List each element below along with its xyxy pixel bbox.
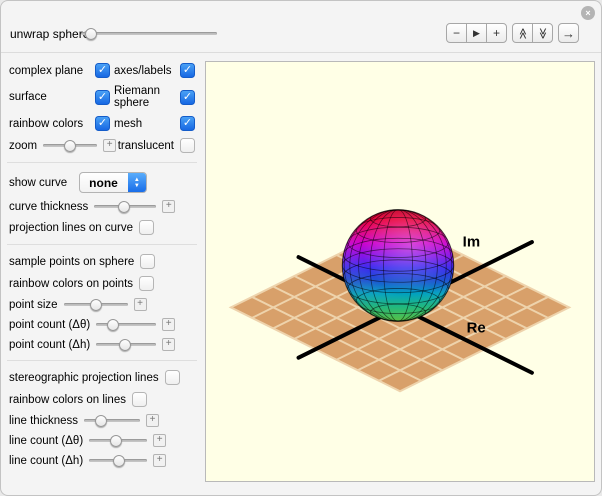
axes-labels-label: axes/labels xyxy=(114,65,172,77)
plus-button[interactable]: + xyxy=(486,23,507,43)
point-count-theta-slider[interactable] xyxy=(96,318,156,331)
check-icon: ✓ xyxy=(98,65,107,76)
right-arrow-icon: → xyxy=(562,26,575,41)
control-panel: complex plane ✓ axes/labels ✓ surface ✓ … xyxy=(1,54,203,476)
chevrons-down-button[interactable]: ≫ xyxy=(532,23,553,43)
divider xyxy=(7,360,197,361)
line-count-h-row: line count (Δh) + xyxy=(9,454,195,467)
rainbow-points-row: rainbow colors on points ✓ xyxy=(9,276,195,291)
zoom-row: zoom + translucent ✓ xyxy=(9,138,195,153)
show-curve-row: show curve none ▲▼ xyxy=(9,172,195,193)
complex-plane-label: complex plane xyxy=(9,65,83,77)
point-count-theta-row: point count (Δθ) + xyxy=(9,318,195,331)
translucent-checkbox[interactable]: ✓ xyxy=(180,138,195,153)
slider-thumb[interactable] xyxy=(85,28,97,40)
expand-plus-icon[interactable]: + xyxy=(134,298,147,311)
play-icon: ▶ xyxy=(473,28,480,39)
rainbow-lines-label: rainbow colors on lines xyxy=(9,394,126,406)
graphics-3d-view[interactable]: Im Re xyxy=(205,61,595,482)
line-thickness-row: line thickness + xyxy=(9,414,195,427)
expand-plus-icon[interactable]: + xyxy=(153,434,166,447)
slider-track[interactable] xyxy=(81,32,217,35)
projection-lines-label: projection lines on curve xyxy=(9,222,133,234)
line-count-theta-label: line count (Δθ) xyxy=(9,435,83,447)
show-curve-value: none xyxy=(80,176,128,190)
manipulate-window: × unwrap sphere − ▶ + ≪ ≫ → comple xyxy=(0,0,602,496)
line-count-h-label: line count (Δh) xyxy=(9,455,83,467)
popup-chevrons-icon: ▲▼ xyxy=(128,172,146,193)
surface-checkbox[interactable]: ✓ xyxy=(95,90,110,105)
rainbow-lines-row: rainbow colors on lines ✓ xyxy=(9,392,195,407)
direction-button[interactable]: → xyxy=(558,23,579,43)
im-axis-label: Im xyxy=(463,234,480,251)
riemann-sphere-checkbox[interactable]: ✓ xyxy=(180,90,195,105)
re-axis-label: Re xyxy=(467,319,486,336)
point-count-theta-label: point count (Δθ) xyxy=(9,319,90,331)
point-size-slider[interactable] xyxy=(64,298,128,311)
line-count-theta-slider[interactable] xyxy=(89,434,147,447)
expand-plus-icon[interactable]: + xyxy=(162,200,175,213)
mesh-checkbox[interactable]: ✓ xyxy=(180,116,195,131)
point-count-h-row: point count (Δh) + xyxy=(9,338,195,351)
projection-lines-row: projection lines on curve ✓ xyxy=(9,220,195,235)
expand-plus-icon[interactable]: + xyxy=(162,318,175,331)
axes-labels-checkbox[interactable]: ✓ xyxy=(180,63,195,78)
complex-plane-checkbox[interactable]: ✓ xyxy=(95,63,110,78)
point-size-row: point size + xyxy=(9,298,195,311)
point-size-label: point size xyxy=(9,299,58,311)
riemann-sphere xyxy=(342,210,453,322)
divider xyxy=(7,162,197,163)
zoom-label: zoom xyxy=(9,140,37,152)
rainbow-colors-on-points-checkbox[interactable]: ✓ xyxy=(139,276,154,291)
expand-plus-icon[interactable]: + xyxy=(153,454,166,467)
chevrons-up-button[interactable]: ≪ xyxy=(512,23,533,43)
play-button[interactable]: ▶ xyxy=(466,23,487,43)
sample-points-label: sample points on sphere xyxy=(9,256,134,268)
riemann-sphere-label: Riemann sphere xyxy=(114,85,180,109)
line-count-theta-row: line count (Δθ) + xyxy=(9,434,195,447)
top-bar: unwrap sphere − ▶ + ≪ ≫ → xyxy=(1,1,601,53)
check-icon: ✓ xyxy=(183,92,192,103)
divider xyxy=(7,244,197,245)
expand-plus-icon[interactable]: + xyxy=(162,338,175,351)
projection-lines-on-curve-checkbox[interactable]: ✓ xyxy=(139,220,154,235)
line-thickness-label: line thickness xyxy=(9,415,78,427)
rainbow-colors-on-lines-checkbox[interactable]: ✓ xyxy=(132,392,147,407)
sample-points-checkbox[interactable]: ✓ xyxy=(140,254,155,269)
point-count-h-label: point count (Δh) xyxy=(9,339,90,351)
curve-thickness-slider[interactable] xyxy=(94,200,156,213)
point-count-h-slider[interactable] xyxy=(96,338,156,351)
unwrap-sphere-label: unwrap sphere xyxy=(10,27,89,41)
minus-button[interactable]: − xyxy=(446,23,467,43)
rainbow-colors-label: rainbow colors xyxy=(9,118,83,130)
expand-plus-icon[interactable]: + xyxy=(146,414,159,427)
zoom-slider[interactable] xyxy=(43,139,97,152)
line-thickness-slider[interactable] xyxy=(84,414,140,427)
unwrap-sphere-slider[interactable] xyxy=(81,27,217,40)
checkbox-grid: complex plane ✓ axes/labels ✓ surface ✓ … xyxy=(9,63,195,131)
expand-plus-icon[interactable]: + xyxy=(103,139,116,152)
double-chevron-down-icon: ≫ xyxy=(536,27,549,39)
stereographic-projection-lines-checkbox[interactable]: ✓ xyxy=(165,370,180,385)
rainbow-points-label: rainbow colors on points xyxy=(9,278,133,290)
translucent-label: translucent xyxy=(118,140,174,152)
stereo-lines-row: stereographic projection lines ✓ xyxy=(9,370,195,385)
animation-controls: − ▶ + ≪ ≫ → xyxy=(446,23,579,43)
surface-label: surface xyxy=(9,91,47,103)
check-icon: ✓ xyxy=(183,65,192,76)
sample-points-row: sample points on sphere ✓ xyxy=(9,254,195,269)
curve-thickness-row: curve thickness + xyxy=(9,200,195,213)
curve-thickness-label: curve thickness xyxy=(9,201,88,213)
riemann-sphere-scene: Im Re xyxy=(206,62,594,481)
check-icon: ✓ xyxy=(98,118,107,129)
stereo-lines-label: stereographic projection lines xyxy=(9,372,159,384)
check-icon: ✓ xyxy=(183,118,192,129)
rainbow-colors-checkbox[interactable]: ✓ xyxy=(95,116,110,131)
double-chevron-up-icon: ≪ xyxy=(516,27,529,39)
check-icon: ✓ xyxy=(98,92,107,103)
mesh-label: mesh xyxy=(114,118,142,130)
show-curve-label: show curve xyxy=(9,177,67,189)
show-curve-select[interactable]: none ▲▼ xyxy=(79,172,147,193)
line-count-h-slider[interactable] xyxy=(89,454,147,467)
